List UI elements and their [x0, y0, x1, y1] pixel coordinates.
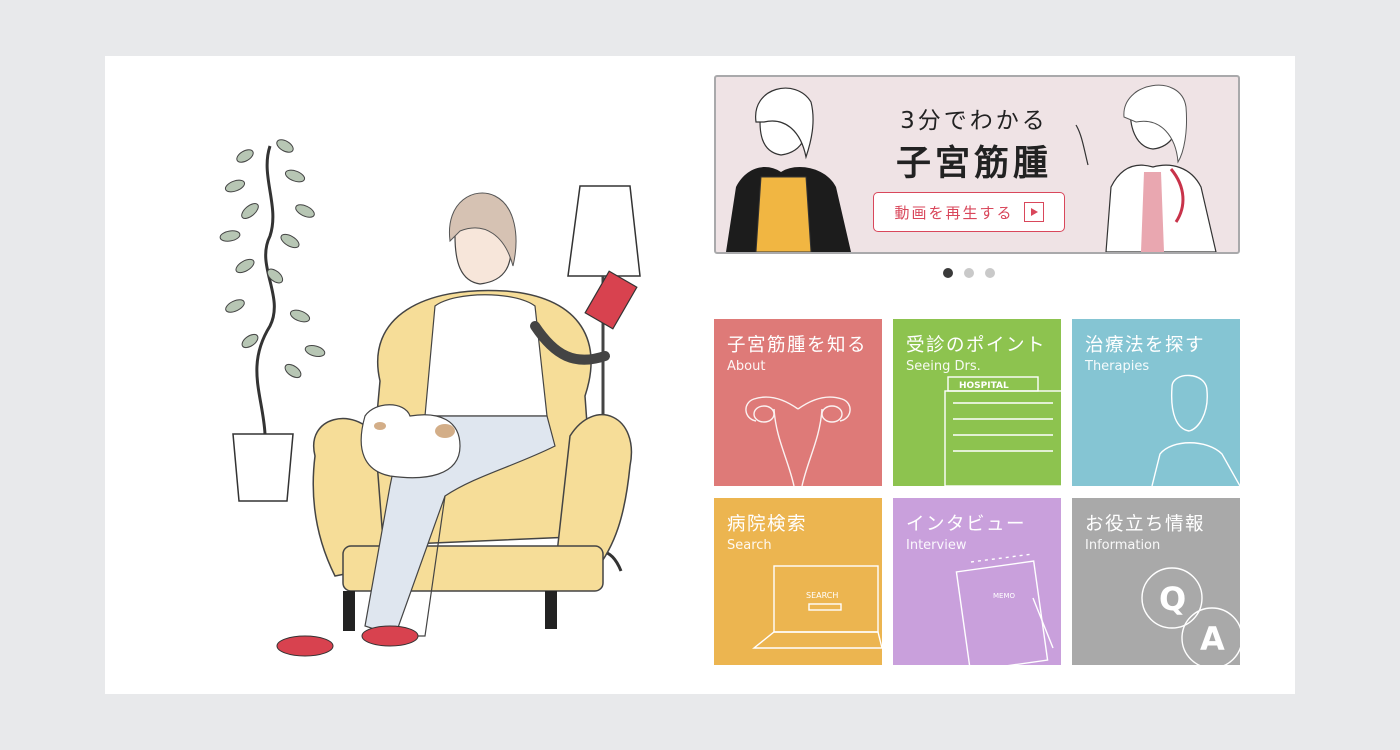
patient-figure-icon — [726, 87, 851, 252]
svg-text:MEMO: MEMO — [993, 592, 1016, 600]
tile-therapies[interactable]: 治療法を探す Therapies — [1072, 319, 1240, 486]
svg-text:A: A — [1200, 620, 1225, 658]
banner-subtitle: 3分でわかる — [900, 108, 1048, 134]
tile-therapies-title: 治療法を探す — [1085, 335, 1206, 356]
tile-about-subtitle: About — [727, 359, 766, 374]
tile-seeing-drs-title: 受診のポイント — [906, 335, 1047, 356]
page-frame: 3分でわかる 子宮筋腫 動画を再生する 子宮筋腫を知る About HOSPIT… — [105, 56, 1295, 694]
svg-text:SEARCH: SEARCH — [806, 591, 838, 600]
carousel-dots — [943, 268, 995, 278]
carousel-dot[interactable] — [964, 268, 974, 278]
tile-information-subtitle: Information — [1085, 538, 1161, 553]
svg-text:HOSPITAL: HOSPITAL — [959, 381, 1009, 391]
tile-information[interactable]: Q A お役立ち情報 Information — [1072, 498, 1240, 665]
video-banner[interactable]: 3分でわかる 子宮筋腫 動画を再生する — [714, 75, 1240, 254]
svg-text:Q: Q — [1159, 580, 1186, 618]
play-video-label: 動画を再生する — [894, 203, 1014, 222]
tile-search[interactable]: SEARCH 病院検索 Search — [714, 498, 882, 665]
tile-about[interactable]: 子宮筋腫を知る About — [714, 319, 882, 486]
doctor-figure-icon — [1075, 84, 1217, 252]
play-video-button[interactable]: 動画を再生する — [873, 192, 1065, 232]
tile-interview-title: インタビュー — [906, 514, 1027, 535]
carousel-dot[interactable] — [943, 268, 953, 278]
tile-therapies-subtitle: Therapies — [1085, 359, 1150, 374]
tile-information-title: お役立ち情報 — [1085, 514, 1206, 535]
play-icon — [1023, 202, 1044, 222]
tile-seeing-drs-subtitle: Seeing Drs. — [906, 359, 981, 374]
hero-illustration — [219, 139, 641, 657]
carousel-dot[interactable] — [985, 268, 995, 278]
plant-icon — [219, 139, 326, 502]
tile-interview[interactable]: MEMO インタビュー Interview — [893, 498, 1061, 665]
tile-seeing-drs[interactable]: HOSPITAL 受診のポイント Seeing Drs. — [893, 319, 1061, 486]
tile-interview-subtitle: Interview — [906, 538, 967, 553]
tile-search-title: 病院検索 — [727, 514, 808, 535]
tile-about-title: 子宮筋腫を知る — [727, 335, 868, 356]
tile-search-subtitle: Search — [727, 538, 772, 553]
category-grid: 子宮筋腫を知る About HOSPITAL 受診のポイント Seeing Dr… — [714, 319, 1240, 666]
banner-title: 子宮筋腫 — [895, 144, 1052, 184]
